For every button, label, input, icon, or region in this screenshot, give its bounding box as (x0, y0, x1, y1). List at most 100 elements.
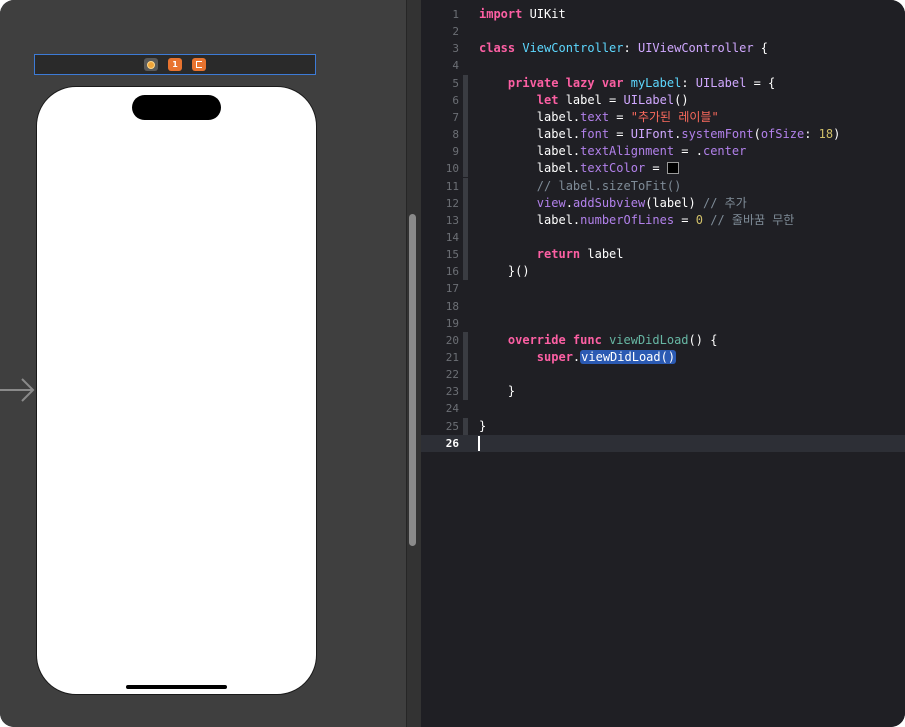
code-fold-ribbon[interactable] (463, 91, 468, 109)
code-fold-ribbon[interactable] (463, 349, 468, 366)
view-controller-icon[interactable] (144, 58, 158, 71)
canvas-vertical-scrollbar[interactable] (409, 214, 416, 546)
code-fold-ribbon[interactable] (463, 108, 468, 126)
code-line[interactable]: 3 class ViewController: UIViewController … (421, 40, 905, 57)
code-text: super.viewDidLoad() (479, 349, 677, 366)
line-number: 17 (445, 282, 459, 296)
code-token: label. (479, 161, 581, 176)
code-line[interactable]: 6 let label = UILabel() (421, 91, 905, 109)
code-line[interactable]: 4 (421, 57, 905, 74)
line-number: 6 (452, 93, 459, 107)
code-fold-ribbon[interactable] (463, 228, 468, 246)
code-token: UIFont (630, 127, 675, 142)
line-number: 14 (445, 230, 459, 244)
code-line[interactable]: 16 }() (421, 263, 905, 281)
code-fold-ribbon[interactable] (463, 74, 468, 92)
home-indicator (126, 685, 227, 689)
code-token: } (479, 384, 516, 399)
code-token: label. (479, 212, 581, 227)
code-token: = { (746, 75, 776, 90)
code-line[interactable]: 26 (421, 434, 905, 452)
code-fold-ribbon[interactable] (463, 263, 468, 281)
code-line[interactable]: 19 (421, 315, 905, 332)
code-token: = (674, 212, 696, 227)
code-fold-ribbon[interactable] (463, 383, 468, 401)
selected-text[interactable]: viewDidLoad() (580, 350, 677, 364)
code-line[interactable]: 23 } (421, 383, 905, 401)
line-number: 11 (445, 179, 459, 193)
code-token: textAlignment (580, 144, 675, 159)
code-line[interactable]: 18 (421, 298, 905, 315)
line-number: 1 (452, 8, 459, 21)
code-token: UILabel (623, 92, 675, 107)
code-fold-ribbon[interactable] (463, 160, 468, 178)
code-fold-ribbon[interactable] (463, 366, 468, 384)
code-token: } (479, 418, 487, 433)
code-token: : (623, 41, 638, 56)
code-text: private lazy var myLabel: UILabel = { (479, 75, 775, 92)
code-token: = (609, 109, 631, 124)
initial-view-controller-arrow-icon[interactable] (0, 376, 36, 404)
code-token: { (753, 41, 769, 56)
code-token: (label) (645, 195, 703, 210)
first-responder-icon[interactable] (168, 58, 182, 71)
iphone-scene-view[interactable] (36, 86, 317, 695)
code-line[interactable]: 13 label.numberOfLines = 0 // 줄바꿈 무한 (421, 211, 905, 229)
code-token: = . (674, 144, 703, 159)
code-line[interactable]: 15 return label (421, 246, 905, 264)
code-fold-ribbon[interactable] (463, 417, 468, 435)
code-fold-ribbon[interactable] (463, 177, 468, 195)
code-token: viewDidLoad (609, 332, 689, 347)
code-line[interactable]: 5 private lazy var myLabel: UILabel = { (421, 74, 905, 92)
code-token: label. (479, 109, 581, 124)
code-line[interactable]: 7 label.text = "추가된 레이블" (421, 108, 905, 126)
line-number: 12 (445, 196, 459, 210)
code-text: label.text = "추가된 레이블" (479, 109, 719, 126)
code-line[interactable]: 2 (421, 23, 905, 40)
code-line[interactable]: 24 (421, 400, 905, 417)
code-editor[interactable]: 1 import UIKit 2 3 class ViewController: UIV… (421, 0, 905, 727)
code-line[interactable]: 22 (421, 366, 905, 384)
code-token: class (479, 41, 516, 56)
exit-icon[interactable] (192, 58, 206, 71)
code-line[interactable]: 12 view.addSubview(label) // 추가 (421, 194, 905, 212)
line-number: 10 (445, 162, 459, 176)
code-line[interactable]: 1 import UIKit (421, 6, 905, 23)
code-line[interactable]: 20 override func viewDidLoad() { (421, 331, 905, 349)
code-line[interactable]: 8 label.font = UIFont.systemFont(ofSize:… (421, 126, 905, 144)
code-line[interactable]: 10 label.textColor = (421, 160, 905, 178)
code-line[interactable]: 14 (421, 228, 905, 246)
code-token: ofSize (760, 127, 805, 142)
color-literal-swatch[interactable] (666, 162, 679, 175)
code-fold-ribbon[interactable] (463, 194, 468, 212)
code-text: label.textAlignment = .center (479, 143, 747, 160)
code-line[interactable]: 17 (421, 280, 905, 297)
code-line[interactable]: 21 super.viewDidLoad() (421, 349, 905, 366)
code-token: return (536, 247, 581, 262)
scene-dock[interactable] (34, 54, 316, 75)
code-text: view.addSubview(label) // 추가 (479, 195, 747, 212)
code-token: // 줄바꿈 무한 (710, 212, 795, 227)
line-number: 4 (452, 59, 459, 73)
code-line[interactable]: 9 label.textAlignment = .center (421, 143, 905, 161)
code-line[interactable]: 25} (421, 417, 905, 435)
code-line[interactable]: 11 // label.sizeToFit() (421, 177, 905, 195)
code-token: textColor (580, 161, 646, 176)
code-fold-ribbon[interactable] (463, 331, 468, 349)
code-token: : (804, 127, 819, 142)
code-fold-ribbon[interactable] (463, 143, 468, 161)
line-number: 25 (445, 419, 459, 433)
code-fold-ribbon[interactable] (463, 211, 468, 229)
code-token: label. (479, 144, 581, 159)
storyboard-canvas[interactable] (0, 0, 406, 727)
code-fold-ribbon[interactable] (463, 126, 468, 144)
code-fold-ribbon[interactable] (463, 246, 468, 264)
code-token: center (702, 144, 747, 159)
line-number: 13 (445, 213, 459, 227)
line-number: 20 (445, 333, 459, 347)
line-number: 15 (445, 248, 459, 262)
